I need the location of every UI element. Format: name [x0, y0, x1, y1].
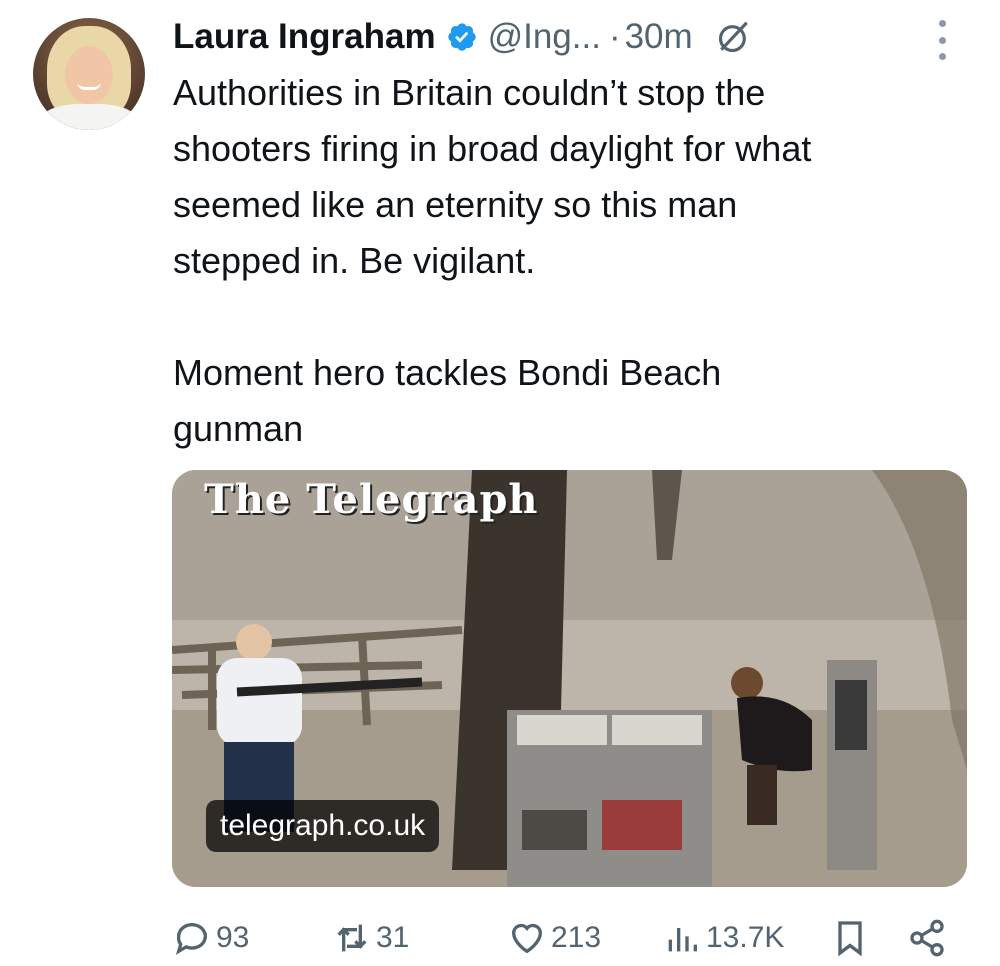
repost-button[interactable]: 31 — [332, 912, 409, 964]
share-button[interactable] — [907, 912, 947, 964]
author-name[interactable]: Laura Ingraham — [173, 17, 436, 57]
views-count: 13.7K — [706, 921, 785, 954]
link-domain-badge[interactable]: telegraph.co.uk — [206, 800, 440, 852]
grok-icon[interactable] — [715, 18, 753, 56]
action-bar: 93 31 213 13.7K — [172, 912, 967, 964]
reply-button[interactable]: 93 — [172, 912, 249, 964]
like-count: 213 — [551, 921, 602, 954]
author-handle[interactable]: @Ing... — [488, 17, 601, 57]
avatar[interactable] — [33, 18, 145, 130]
tweet-text: Authorities in Britain couldn’t stop the… — [173, 65, 973, 457]
repost-count: 31 — [376, 921, 410, 954]
views-icon — [668, 928, 697, 952]
telegraph-masthead: The Telegraph — [204, 476, 539, 523]
views-button[interactable]: 13.7K — [662, 912, 784, 964]
tweet-body: Authorities in Britain couldn’t stop the… — [173, 72, 812, 281]
repost-icon — [337, 924, 367, 952]
reply-icon — [175, 923, 207, 955]
tweet-link-title: Moment hero tackles Bondi Beach gunman — [173, 352, 722, 449]
bookmark-button[interactable] — [830, 912, 870, 964]
like-icon — [511, 923, 543, 954]
separator-dot: · — [608, 17, 621, 56]
bookmark-icon — [838, 921, 862, 957]
reply-count: 93 — [216, 921, 250, 954]
timestamp[interactable]: 30m — [625, 17, 693, 57]
media-card[interactable]: The Telegraph telegraph.co.uk — [172, 470, 967, 887]
like-button[interactable]: 213 — [507, 912, 601, 964]
verified-badge-icon — [447, 23, 476, 51]
tweet-header: Laura Ingraham @Ing... · 30m — [173, 12, 753, 62]
share-icon — [910, 919, 944, 957]
more-icon[interactable] — [932, 20, 952, 60]
